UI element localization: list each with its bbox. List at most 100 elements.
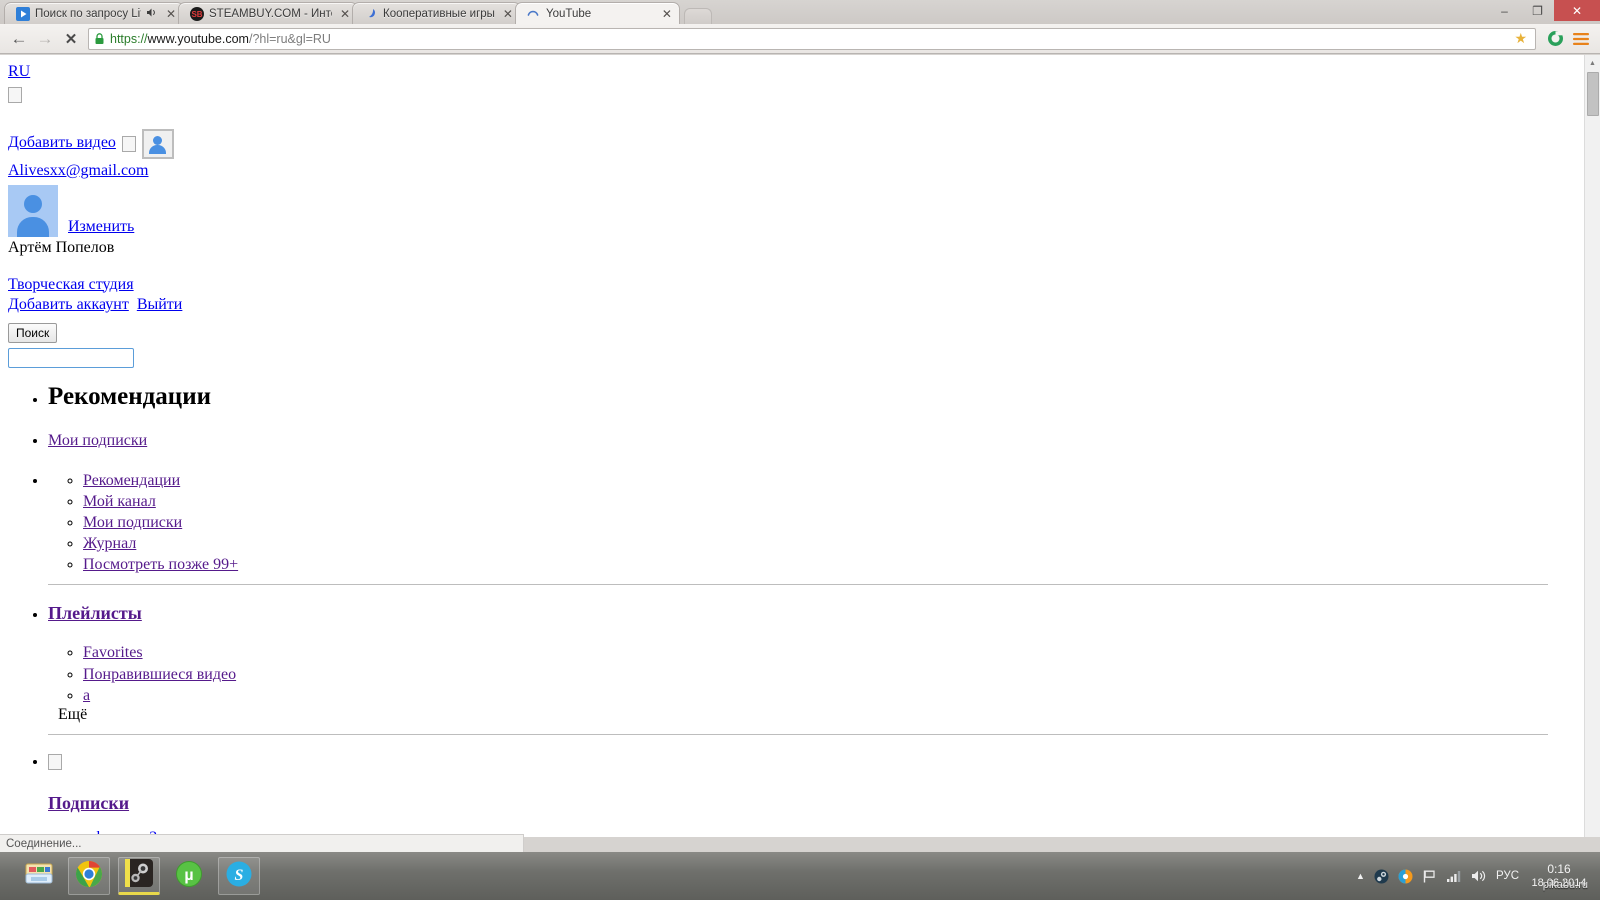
placeholder-box-icon[interactable] [8,87,22,104]
tab-steambuy[interactable]: SB STEAMBUY.COM - Интер ✕ [178,2,358,24]
close-window-button[interactable]: ✕ [1554,0,1600,21]
show-hidden-icons-arrow[interactable]: ▲ [1356,871,1365,881]
hamburger-menu-icon[interactable] [1568,27,1594,51]
tab-close-icon[interactable]: ✕ [661,8,673,20]
browser-window: Поиск по запросу Littl ✕ SB STEAMBUY.COM… [0,0,1600,852]
url-scheme: https:// [110,31,148,46]
steam-tray-icon[interactable] [1374,869,1389,884]
page-viewport: RU Добавить видео Alivesxx@gmail.com Изм… [0,55,1600,837]
taskbar-google-chrome[interactable] [68,857,110,895]
play-video-icon [15,6,30,21]
clock-time: 0:16 [1547,861,1571,876]
stop-loading-button[interactable]: ✕ [58,27,84,51]
youtube-unstyled-page: RU Добавить видео Alivesxx@gmail.com Изм… [0,55,1556,837]
svg-text:S: S [235,867,244,884]
playlist-link[interactable]: a [83,687,90,704]
chrome-profile-icon[interactable] [1542,27,1568,51]
clock[interactable]: 0:16 18.06.2014 pikabu.ru [1528,862,1590,891]
minimize-button[interactable]: – [1488,0,1521,21]
divider [48,733,1548,735]
playlists-heading: Плейлисты [48,603,1548,624]
lock-icon [94,32,105,45]
upload-video-link[interactable]: Добавить видео [8,134,116,153]
skype-icon: S [225,860,253,893]
speaker-icon[interactable] [146,7,158,21]
account-avatar-large[interactable] [8,184,58,237]
volume-icon[interactable] [1471,869,1487,883]
playlist-item-favorites[interactable]: Favorites [83,642,1548,663]
tab-title: Поиск по запросу Littl [35,7,141,20]
add-account-link[interactable]: Добавить аккаунт [8,296,129,313]
steam-icon [125,858,153,892]
playlist-link[interactable]: Понравившиеся видео [83,666,236,683]
new-tab-button[interactable] [683,8,712,24]
chrome-icon [75,860,103,893]
creator-studio-link[interactable]: Творческая студия [8,276,134,293]
playlist-item-liked[interactable]: Понравившиеся видео [83,664,1548,685]
taskbar-steam[interactable] [118,857,160,895]
back-button[interactable]: ← [6,27,32,51]
tab-cooperative-games[interactable]: Кооперативные игры ✕ [352,2,521,24]
language-link[interactable]: RU [8,63,30,80]
taskbar-utorrent[interactable]: µ [168,857,210,895]
windows-taskbar: µ S ▲ РУС 0:16 18.06.2014 pikabu.ru [0,852,1600,900]
vertical-scrollbar[interactable]: ▲ [1584,55,1600,837]
search-button[interactable]: Поиск [8,323,58,344]
playlist-link[interactable]: Favorites [83,644,143,661]
top-blank-box-row [8,86,1548,105]
upload-row: Добавить видео [8,128,1548,159]
tab-close-icon[interactable]: ✕ [502,8,514,20]
my-subscriptions-item[interactable]: Мои подписки [48,432,1548,451]
taskbar-file-explorer[interactable] [18,857,60,895]
loading-spinner-icon [526,6,541,21]
nav-link[interactable]: Рекомендации [83,472,180,489]
pikabu-watermark: pikabu.ru [1542,878,1588,891]
subscriptions-placeholder-box-icon[interactable] [48,753,62,770]
tab-close-icon[interactable]: ✕ [165,8,177,20]
flag-action-center-icon[interactable] [1422,869,1437,884]
main-nav-list: Рекомендации Мои подписки Рекомендации М… [8,382,1548,771]
antivirus-tray-icon[interactable] [1398,869,1413,884]
subscriptions-link[interactable]: Подписки [48,793,129,813]
nav-link[interactable]: Мои подписки [83,514,182,531]
subscriptions-box-item [48,753,1548,772]
url-path: /?hl=ru&gl=RU [248,31,331,46]
account-email-link[interactable]: Alivesxx@gmail.com [8,162,149,179]
nav-item-my-subscriptions[interactable]: Мои подписки [83,512,1548,533]
nav-sublist: Рекомендации Мой канал Мои подписки Журн… [48,470,1548,576]
svg-text:SB: SB [191,10,202,19]
taskbar-skype[interactable]: S [218,857,260,895]
change-avatar-link[interactable]: Изменить [68,218,134,235]
address-bar[interactable]: https://www.youtube.com/?hl=ru&gl=RU ★ [88,27,1536,50]
tab-youtube[interactable]: YouTube ✕ [514,2,680,24]
scroll-up-arrow-icon[interactable]: ▲ [1585,55,1600,71]
nav-item-watch-later[interactable]: Посмотреть позже 99+ [83,554,1548,575]
taskbar-apps: µ S [0,857,260,895]
search-input[interactable] [8,348,134,369]
scrollbar-thumb[interactable] [1587,72,1599,116]
account-avatar-small[interactable] [141,128,174,159]
playlists-link[interactable]: Плейлисты [48,603,142,623]
utorrent-icon: µ [175,860,203,893]
notifications-box-icon[interactable] [121,135,136,152]
star-icon[interactable]: ★ [1511,30,1530,47]
my-subscriptions-link[interactable]: Мои подписки [48,432,147,449]
nav-item-recommendations[interactable]: Рекомендации [83,470,1548,491]
search-button-row: Поиск [8,323,1548,344]
network-signal-icon[interactable] [1446,869,1462,883]
nav-link[interactable]: Мой канал [83,493,156,510]
language-indicator[interactable]: РУС [1496,870,1519,882]
nav-item-my-channel[interactable]: Мой канал [83,491,1548,512]
sign-out-link[interactable]: Выйти [137,296,183,313]
restore-button[interactable]: ❐ [1521,0,1554,21]
recommendations-heading-item: Рекомендации [48,382,1548,412]
nav-link[interactable]: Журнал [83,535,136,552]
nav-link[interactable]: Посмотреть позже 99+ [83,556,238,573]
tab-close-icon[interactable]: ✕ [339,8,351,20]
playlist-item-a[interactable]: a [83,685,1548,706]
more-label[interactable]: Ещё [58,706,1548,725]
tab-strip: Поиск по запросу Littl ✕ SB STEAMBUY.COM… [0,0,1600,24]
nav-item-history[interactable]: Журнал [83,533,1548,554]
tab-poisk-littl[interactable]: Поиск по запросу Littl ✕ [4,2,184,24]
forward-button[interactable]: → [32,27,58,51]
